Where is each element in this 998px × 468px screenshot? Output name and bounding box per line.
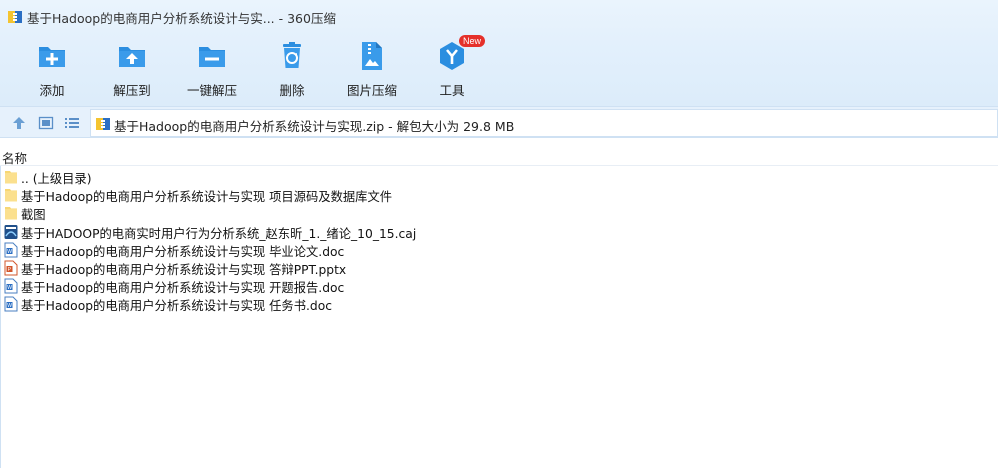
extract-to-icon bbox=[119, 47, 145, 67]
folder-icon bbox=[5, 171, 17, 184]
toolbar: 添加 解压到 一键解压 删除 图片压缩 New 工具 bbox=[0, 34, 998, 104]
one-click-extract-label: 一键解压 bbox=[186, 83, 237, 98]
add-folder-icon bbox=[39, 47, 65, 67]
file-name: 基于Hadoop的电商用户分析系统设计与实现 开题报告.doc bbox=[21, 281, 345, 296]
file-list: .. (上级目录) 基于Hadoop的电商用户分析系统设计与实现 项目源码及数据… bbox=[0, 168, 998, 314]
image-compress-label: 图片压缩 bbox=[346, 83, 397, 98]
header-divider bbox=[0, 165, 998, 166]
new-badge: New bbox=[459, 35, 486, 47]
one-click-extract-icon bbox=[199, 47, 225, 67]
image-compress-icon bbox=[362, 42, 382, 70]
list-header: 名称 bbox=[0, 146, 998, 166]
one-click-extract-button[interactable]: 一键解压 bbox=[177, 38, 247, 100]
archive-path-text: 基于Hadoop的电商用户分析系统设计与实现.zip - 解包大小为 29.8 … bbox=[114, 119, 515, 134]
extract-to-button[interactable]: 解压到 bbox=[97, 38, 167, 100]
file-name: 基于HADOOP的电商实时用户行为分析系统_赵东昕_1._绪论_10_15.ca… bbox=[21, 226, 417, 241]
thumbnail-view-icon[interactable] bbox=[38, 115, 54, 131]
add-label: 添加 bbox=[39, 83, 65, 98]
svg-text:W: W bbox=[7, 303, 12, 309]
delete-label: 删除 bbox=[279, 83, 305, 98]
word-document-icon: W bbox=[4, 242, 18, 258]
recycle-bin-icon bbox=[283, 42, 301, 68]
list-item[interactable]: 基于Hadoop的电商用户分析系统设计与实现 项目源码及数据库文件 bbox=[0, 186, 998, 204]
list-item[interactable]: 截图 bbox=[0, 204, 998, 222]
tools-label: 工具 bbox=[439, 83, 465, 98]
svg-text:W: W bbox=[7, 285, 12, 291]
list-item[interactable]: W 基于Hadoop的电商用户分析系统设计与实现 任务书.doc bbox=[0, 295, 998, 313]
title-bar: 基于Hadoop的电商用户分析系统设计与实... - 360压缩 bbox=[0, 0, 998, 34]
extract-to-label: 解压到 bbox=[113, 83, 151, 98]
image-compress-button[interactable]: 图片压缩 bbox=[337, 38, 407, 100]
list-item[interactable]: 基于HADOOP的电商实时用户行为分析系统_赵东昕_1._绪论_10_15.ca… bbox=[0, 223, 998, 241]
file-name: .. (上级目录) bbox=[21, 172, 92, 186]
add-button[interactable]: 添加 bbox=[17, 38, 87, 100]
word-document-icon: W bbox=[4, 278, 18, 294]
caj-file-icon bbox=[4, 224, 18, 239]
up-arrow-icon[interactable] bbox=[11, 115, 27, 131]
address-bar[interactable]: 基于Hadoop的电商用户分析系统设计与实现.zip - 解包大小为 29.8 … bbox=[90, 109, 998, 137]
file-name: 基于Hadoop的电商用户分析系统设计与实现 毕业论文.doc bbox=[21, 244, 345, 259]
delete-button[interactable]: 删除 bbox=[257, 38, 327, 100]
window-title: 基于Hadoop的电商用户分析系统设计与实... - 360压缩 bbox=[27, 11, 336, 26]
list-view-icon[interactable] bbox=[64, 115, 80, 131]
list-item[interactable]: .. (上级目录) bbox=[0, 168, 998, 186]
word-document-icon: W bbox=[4, 296, 18, 312]
list-item[interactable]: W 基于Hadoop的电商用户分析系统设计与实现 开题报告.doc bbox=[0, 277, 998, 295]
file-name: 截图 bbox=[21, 208, 46, 223]
folder-icon bbox=[5, 207, 17, 220]
list-item[interactable]: W 基于Hadoop的电商用户分析系统设计与实现 毕业论文.doc bbox=[0, 241, 998, 259]
file-name: 基于Hadoop的电商用户分析系统设计与实现 项目源码及数据库文件 bbox=[21, 190, 393, 205]
zip-archive-icon bbox=[96, 118, 110, 130]
svg-text:W: W bbox=[7, 249, 12, 255]
tools-button[interactable]: New 工具 bbox=[417, 35, 487, 100]
header-area: 基于Hadoop的电商用户分析系统设计与实... - 360压缩 添加 解压到 … bbox=[0, 0, 998, 106]
app-window: 基于Hadoop的电商用户分析系统设计与实... - 360压缩 添加 解压到 … bbox=[0, 0, 998, 468]
folder-icon bbox=[5, 189, 17, 202]
list-item[interactable]: P 基于Hadoop的电商用户分析系统设计与实现 答辩PPT.pptx bbox=[0, 259, 998, 277]
zip-archive-icon bbox=[8, 11, 22, 23]
file-name: 基于Hadoop的电商用户分析系统设计与实现 答辩PPT.pptx bbox=[21, 262, 347, 277]
powerpoint-file-icon: P bbox=[4, 260, 18, 276]
address-row: 基于Hadoop的电商用户分析系统设计与实现.zip - 解包大小为 29.8 … bbox=[0, 106, 998, 138]
file-name: 基于Hadoop的电商用户分析系统设计与实现 任务书.doc bbox=[21, 299, 332, 314]
